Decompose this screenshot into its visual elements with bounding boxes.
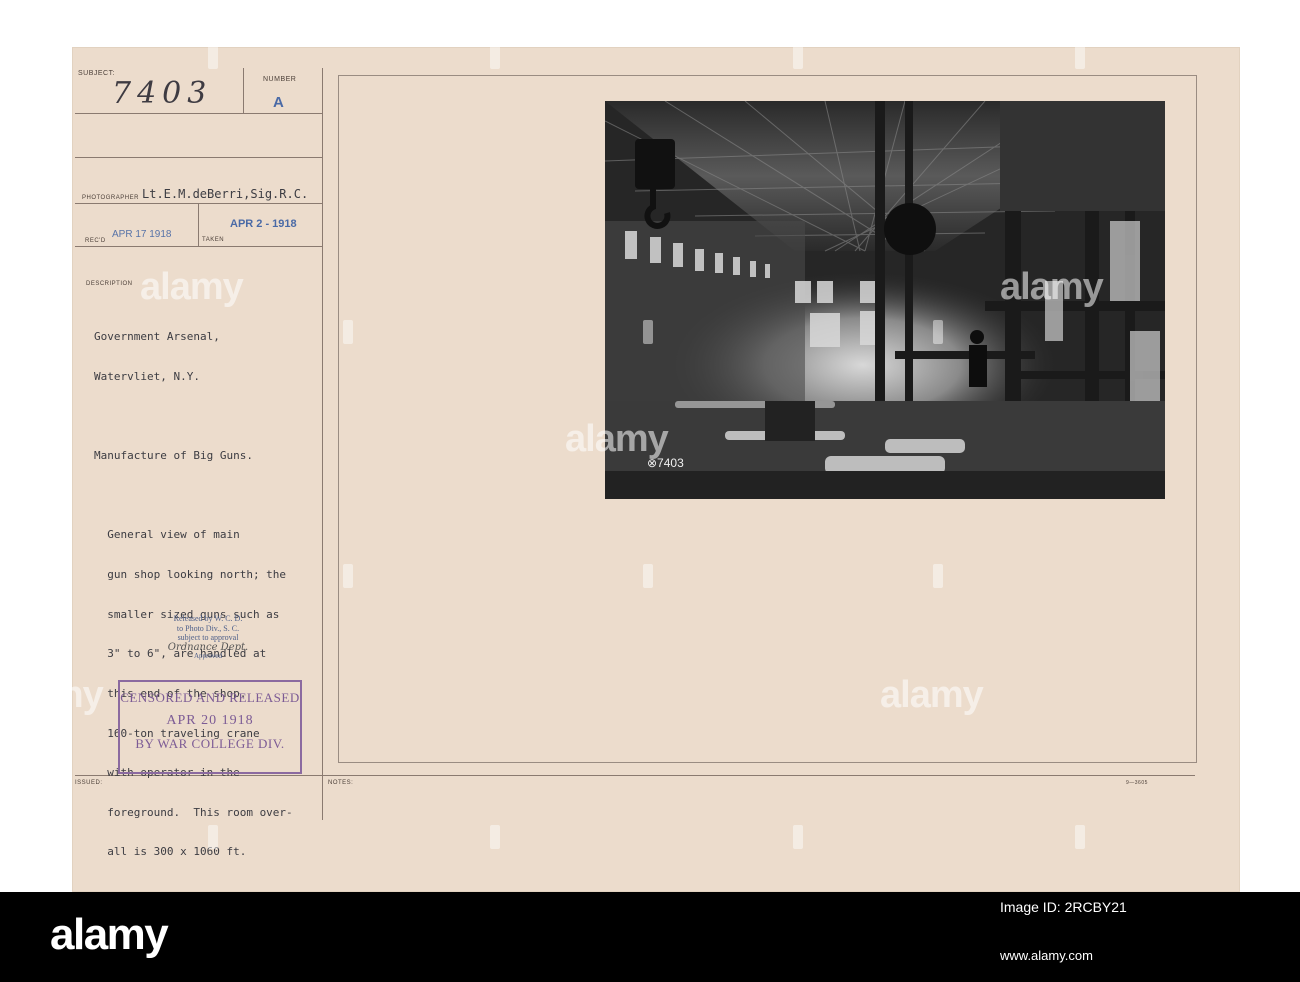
alamy-watermark: alamy [140, 266, 244, 308]
watermark-dot [1075, 45, 1085, 69]
watermark-dot [643, 564, 653, 588]
rule-date-h [75, 246, 323, 247]
description-line: Watervliet, N.Y. [94, 370, 200, 384]
rule-photog-h [75, 203, 323, 204]
rule-left-col-v [322, 68, 323, 820]
site-url: www.alamy.com [1000, 948, 1093, 963]
issued-label: ISSUED: [75, 780, 103, 786]
watermark-dot [1243, 170, 1253, 194]
taken-label: TAKEN [202, 237, 225, 243]
description-line: Government Arsenal, [94, 330, 220, 344]
rule-top-left-v [243, 68, 244, 113]
watermark-dot [208, 45, 218, 69]
image-id: Image ID: 2RCBY21 [1000, 899, 1127, 915]
watermark-dot [490, 45, 500, 69]
alamy-watermark: alamy [565, 418, 669, 460]
notes-label: NOTES: [328, 780, 354, 786]
watermark-dot [793, 825, 803, 849]
description-text: Government Arsenal, Watervliet, N.Y. Man… [94, 304, 293, 872]
rule-subject-h [75, 113, 323, 114]
description-line: General view of main [94, 528, 240, 542]
alamy-watermark: alamy [1000, 266, 1104, 308]
stock-banner: alamy Image ID: 2RCBY21 www.alamy.com [0, 892, 1300, 982]
recd-date: APR 17 1918 [112, 229, 172, 240]
recd-label: REC'D [85, 238, 106, 244]
watermark-dot [208, 825, 218, 849]
rule-date-v [198, 203, 199, 247]
release-approved: Approved [194, 652, 222, 660]
subject-label: SUBJECT: [78, 70, 116, 77]
alamy-watermark: alamy [0, 674, 104, 716]
censor-line-3: BY WAR COLLEGE DIV. [135, 736, 285, 751]
description-line: foreground. This room over- [94, 805, 293, 819]
watermark-dot [1075, 825, 1085, 849]
number-value: A [273, 94, 284, 111]
photographer-label: PHOTOGRAPHER [82, 195, 139, 201]
censor-line-1: CENSORED AND RELEASED [120, 690, 300, 705]
release-line: Released by W. C. D. [173, 614, 243, 623]
alamy-logo: alamy [50, 910, 169, 959]
release-stamp: Released by W. C. D. to Photo Div., S. C… [118, 614, 298, 662]
form-number: 9—3605 [1126, 780, 1148, 786]
description-line [94, 410, 293, 423]
description-line: gun shop looking north; the [94, 568, 287, 582]
watermark-dot [933, 564, 943, 588]
watermark-dot [643, 320, 653, 344]
alamy-watermark: alamy [880, 674, 984, 716]
release-signature: Ordnance Dept. [167, 641, 249, 653]
taken-date: APR 2 - 1918 [230, 218, 297, 230]
watermark-dot [793, 45, 803, 69]
watermark-dot [343, 564, 353, 588]
description-line: Manufacture of Big Guns. [94, 449, 253, 463]
description-label: DESCRIPTION [86, 281, 133, 287]
number-label: NUMBER [263, 76, 297, 83]
subject-number: 7403 [112, 76, 213, 111]
photographer-value: Lt.E.M.deBerri,Sig.R.C. [142, 187, 309, 201]
rule-mid-h1 [75, 157, 323, 158]
watermark-dot [490, 825, 500, 849]
censor-line-2: APR 20 1918 [166, 713, 254, 728]
description-line [94, 489, 293, 502]
release-line: to Photo Div., S. C. [176, 623, 240, 633]
description-line: all is 300 x 1060 ft. [94, 845, 247, 859]
watermark-dot [933, 320, 943, 344]
censored-stamp: CENSORED AND RELEASED APR 20 1918 BY WAR… [118, 680, 302, 774]
watermark-dot [343, 320, 353, 344]
